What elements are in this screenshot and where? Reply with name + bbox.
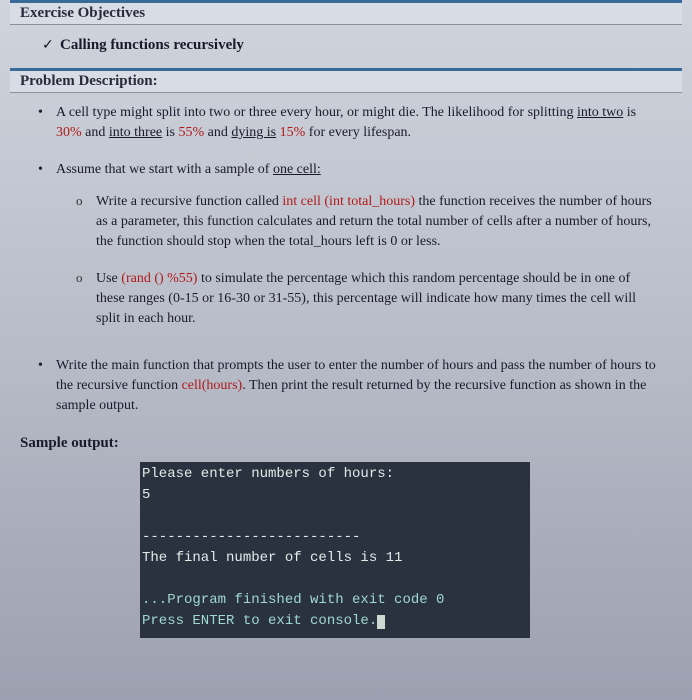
console-line-1: Please enter numbers of hours:	[142, 466, 394, 482]
problem-point-2: Assume that we start with a sample of on…	[28, 156, 662, 352]
document-page: Exercise Objectives ✓ Calling functions …	[0, 0, 692, 648]
sub-point-2: Use (rand () %55) to simulate the percen…	[66, 263, 662, 340]
objective-item: ✓ Calling functions recursively	[10, 31, 682, 68]
console-line-4b: Press ENTER to exit console.	[142, 613, 377, 629]
sub-list: Write a recursive function called int ce…	[56, 180, 662, 340]
problem-list: A cell type might split into two or thre…	[10, 99, 682, 429]
console-output: Please enter numbers of hours: 5 -------…	[140, 462, 530, 638]
console-line-4a: ...Program finished with exit code 0	[142, 592, 444, 608]
sample-output-header: Sample output:	[10, 429, 682, 462]
cursor-icon	[377, 615, 385, 629]
problem-point-3: Write the main function that prompts the…	[28, 352, 662, 429]
objective-text: Calling functions recursively	[60, 37, 244, 53]
exercise-objectives-header: Exercise Objectives	[10, 0, 682, 25]
console-line-2: 5	[142, 487, 150, 503]
sub-point-1: Write a recursive function called int ce…	[66, 186, 662, 263]
console-line-3: The final number of cells is 11	[142, 550, 402, 566]
problem-point-1: A cell type might split into two or thre…	[28, 99, 662, 156]
check-icon: ✓	[42, 37, 54, 54]
problem-description-header: Problem Description:	[10, 68, 682, 93]
